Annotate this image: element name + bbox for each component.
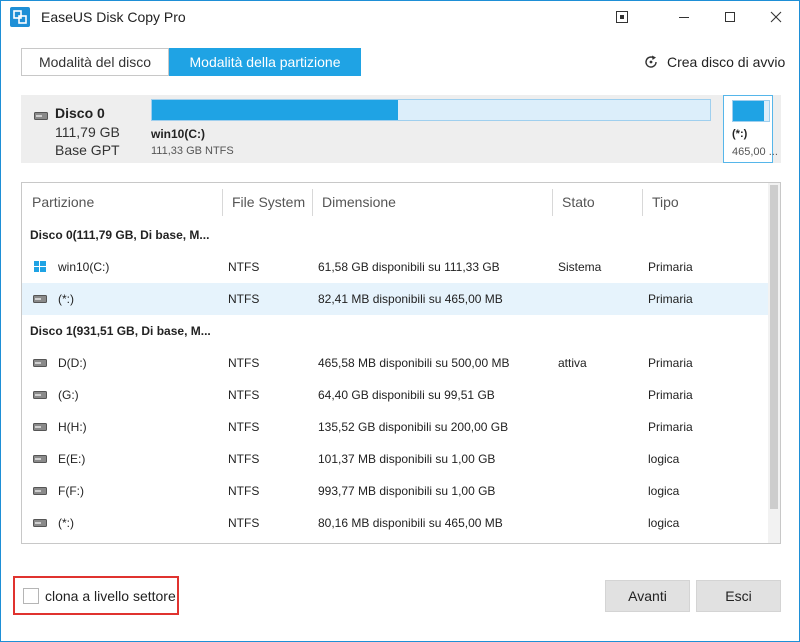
partition-type: Primaria xyxy=(648,260,693,274)
table-row[interactable]: (G:) NTFS 64,40 GB disponibili su 99,51 … xyxy=(22,379,768,411)
partition-type: Primaria xyxy=(648,420,693,434)
table-row[interactable]: win10(C:) NTFS 61,58 GB disponibili su 1… xyxy=(22,251,768,283)
small-partition-usage-bar xyxy=(732,100,770,122)
partition-type: logica xyxy=(648,452,680,466)
partition-type: Primaria xyxy=(648,292,693,306)
partition-detail: 111,33 GB NTFS xyxy=(151,145,234,157)
disk-group-row[interactable]: Disco 1(931,51 GB, Di base, M... xyxy=(22,315,768,347)
drive-icon xyxy=(33,295,47,303)
drive-icon xyxy=(33,391,47,399)
sector-clone-highlight: clona a livello settore xyxy=(13,576,179,615)
partition-filesystem: NTFS xyxy=(228,484,260,498)
scrollbar-thumb[interactable] xyxy=(770,185,778,509)
partition-size: 465,58 MB disponibili su 500,00 MB xyxy=(318,356,510,370)
close-icon xyxy=(770,11,782,23)
minimize-button[interactable] xyxy=(661,1,707,33)
partition-filesystem: NTFS xyxy=(228,388,260,402)
windows-icon xyxy=(34,261,46,272)
partition-name: (G:) xyxy=(58,388,79,402)
app-logo-icon xyxy=(10,7,30,27)
disk-group-label: Disco 0(111,79 GB, Di base, M... xyxy=(30,228,210,242)
small-partition-detail: 465,00 ... xyxy=(732,146,778,158)
small-partition-usage-fill xyxy=(733,101,764,121)
disk-size: 111,79 GB xyxy=(55,124,120,140)
refresh-icon xyxy=(645,55,657,68)
partition-usage-bar[interactable] xyxy=(151,99,711,121)
table-row[interactable]: F(F:) NTFS 993,77 MB disponibili su 1,00… xyxy=(22,475,768,507)
partition-size: 993,77 MB disponibili su 1,00 GB xyxy=(318,484,496,498)
tab-disk-mode[interactable]: Modalità del disco xyxy=(21,48,169,76)
vertical-scrollbar[interactable] xyxy=(768,183,780,543)
disk-group-row[interactable]: Disco 0(111,79 GB, Di base, M... xyxy=(22,219,768,251)
title-bar: EaseUS Disk Copy Pro xyxy=(1,1,799,33)
drive-icon xyxy=(33,423,47,431)
partition-label: win10(C:) xyxy=(151,127,205,141)
partition-filesystem: NTFS xyxy=(228,356,260,370)
partition-filesystem: NTFS xyxy=(228,292,260,306)
hard-drive-icon xyxy=(34,112,48,120)
table-row[interactable]: D(D:) NTFS 465,58 MB disponibili su 500,… xyxy=(22,347,768,379)
partition-filesystem: NTFS xyxy=(228,452,260,466)
drive-icon xyxy=(33,519,47,527)
partition-type: Primaria xyxy=(648,356,693,370)
column-header-size[interactable]: Dimensione xyxy=(312,183,552,221)
partition-name: H(H:) xyxy=(58,420,87,434)
partition-size: 135,52 GB disponibili su 200,00 GB xyxy=(318,420,509,434)
partition-size: 101,37 MB disponibili su 1,00 GB xyxy=(318,452,496,466)
create-boot-disk-link[interactable]: Crea disco di avvio xyxy=(643,54,785,70)
partition-filesystem: NTFS xyxy=(228,516,260,530)
pin-window-button[interactable] xyxy=(599,1,645,33)
partition-filesystem: NTFS xyxy=(228,260,260,274)
partition-name: D(D:) xyxy=(58,356,87,370)
table-row[interactable]: H(H:) NTFS 135,52 GB disponibili su 200,… xyxy=(22,411,768,443)
exit-button[interactable]: Esci xyxy=(696,580,781,612)
partition-type: logica xyxy=(648,484,680,498)
drive-icon xyxy=(33,359,47,367)
partition-name: E(E:) xyxy=(58,452,86,466)
drive-icon xyxy=(33,455,47,463)
sector-clone-label[interactable]: clona a livello settore xyxy=(45,588,176,604)
table-row[interactable]: E(E:) NTFS 101,37 MB disponibili su 1,00… xyxy=(22,443,768,475)
partition-size: 80,16 MB disponibili su 465,00 MB xyxy=(318,516,503,530)
partition-size: 82,41 MB disponibili su 465,00 MB xyxy=(318,292,503,306)
table-header: Partizione File System Dimensione Stato … xyxy=(22,183,780,221)
partition-table: Partizione File System Dimensione Stato … xyxy=(21,182,781,544)
create-boot-disk-label: Crea disco di avvio xyxy=(667,54,786,70)
next-button[interactable]: Avanti xyxy=(605,580,690,612)
partition-usage-fill xyxy=(152,100,398,120)
partition-type: logica xyxy=(648,516,680,530)
table-row[interactable]: (*:) NTFS 80,16 MB disponibili su 465,00… xyxy=(22,507,768,539)
column-header-state[interactable]: Stato xyxy=(552,183,642,221)
app-window: EaseUS Disk Copy Pro Modalità del disco xyxy=(0,0,800,642)
partition-state: attiva xyxy=(558,356,587,370)
partition-type: Primaria xyxy=(648,388,693,402)
column-header-type[interactable]: Tipo xyxy=(642,183,768,221)
disk-map-panel: Disco 0 111,79 GB Base GPT win10(C:) 111… xyxy=(21,95,781,163)
partition-name: win10(C:) xyxy=(58,260,110,274)
column-header-partition[interactable]: Partizione xyxy=(22,183,222,221)
column-header-filesystem[interactable]: File System xyxy=(222,183,312,221)
partition-name: F(F:) xyxy=(58,484,84,498)
maximize-icon xyxy=(725,12,735,22)
disk-group-label: Disco 1(931,51 GB, Di base, M... xyxy=(30,324,211,338)
disk-partition-style: Base GPT xyxy=(55,142,120,158)
partition-name: (*:) xyxy=(58,292,74,306)
close-button[interactable] xyxy=(753,1,799,33)
partition-size: 64,40 GB disponibili su 99,51 GB xyxy=(318,388,495,402)
sector-clone-checkbox[interactable] xyxy=(23,588,39,604)
partition-state: Sistema xyxy=(558,260,602,274)
drive-icon xyxy=(33,487,47,495)
small-partition-block[interactable]: (*:) 465,00 ... xyxy=(723,95,778,163)
partition-size: 61,58 GB disponibili su 111,33 GB xyxy=(318,260,500,274)
tab-partition-mode[interactable]: Modalità della partizione xyxy=(169,48,361,76)
window-title: EaseUS Disk Copy Pro xyxy=(41,9,186,25)
minimize-icon xyxy=(679,17,689,18)
maximize-button[interactable] xyxy=(707,1,753,33)
partition-name: (*:) xyxy=(58,516,74,530)
table-row-selected[interactable]: (*:) NTFS 82,41 MB disponibili su 465,00… xyxy=(22,283,768,315)
partition-filesystem: NTFS xyxy=(228,420,260,434)
small-partition-label: (*:) xyxy=(732,128,748,140)
pin-icon xyxy=(616,11,628,23)
disk-name: Disco 0 xyxy=(55,105,105,121)
